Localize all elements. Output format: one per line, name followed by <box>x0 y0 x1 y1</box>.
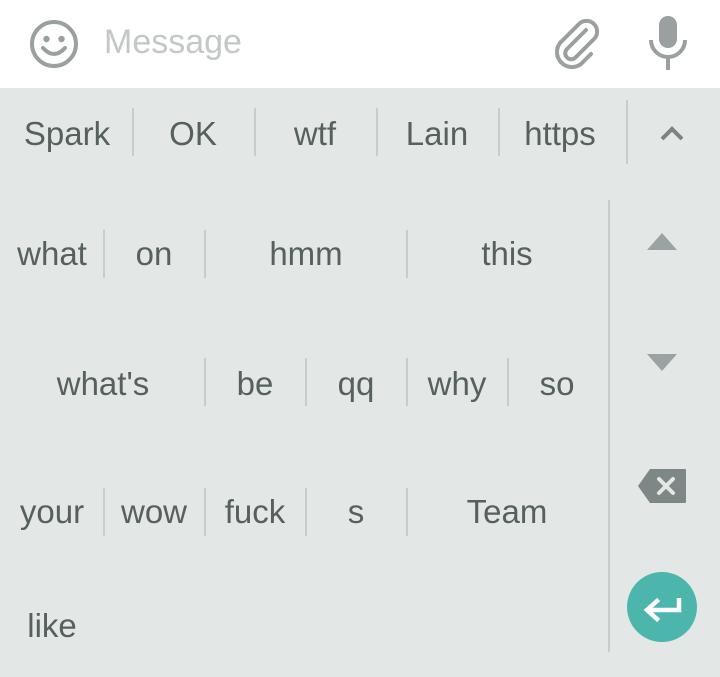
microphone-button[interactable] <box>646 14 690 72</box>
emoji-button[interactable] <box>28 18 80 70</box>
arrow-down-icon <box>647 354 677 371</box>
page-down-button[interactable] <box>645 352 679 374</box>
enter-icon <box>643 597 682 623</box>
word-what[interactable]: what <box>2 224 102 284</box>
suggestion-wtf[interactable]: wtf <box>256 104 374 164</box>
divider <box>626 100 628 164</box>
suggestion-spark[interactable]: Spark <box>8 104 126 164</box>
backspace-icon <box>638 469 686 503</box>
word-qq[interactable]: qq <box>307 354 405 414</box>
word-team[interactable]: Team <box>408 482 606 542</box>
word-fuck[interactable]: fuck <box>206 482 304 542</box>
word-wow[interactable]: wow <box>105 482 203 542</box>
suggestion-https[interactable]: https <box>500 104 620 164</box>
word-like[interactable]: like <box>2 596 102 656</box>
word-be[interactable]: be <box>206 354 304 414</box>
word-whats[interactable]: what's <box>4 354 202 414</box>
microphone-icon <box>649 16 687 70</box>
paperclip-icon <box>555 18 600 69</box>
word-on[interactable]: on <box>105 224 203 284</box>
column-divider <box>608 200 610 652</box>
suggestion-ok[interactable]: OK <box>134 104 252 164</box>
attach-button[interactable] <box>550 16 602 72</box>
page-up-button[interactable] <box>645 230 679 252</box>
arrow-up-icon <box>647 233 677 250</box>
chevron-up-icon <box>660 126 684 141</box>
word-your[interactable]: your <box>2 482 102 542</box>
enter-button[interactable] <box>627 572 697 642</box>
word-hmm[interactable]: hmm <box>206 224 406 284</box>
suggestion-lain[interactable]: Lain <box>378 104 496 164</box>
word-why[interactable]: why <box>408 354 506 414</box>
word-so[interactable]: so <box>509 354 605 414</box>
message-bar <box>0 0 720 88</box>
backspace-button[interactable] <box>636 467 688 505</box>
word-this[interactable]: this <box>408 224 606 284</box>
message-input[interactable] <box>104 20 524 64</box>
word-s[interactable]: s <box>307 482 405 542</box>
smiley-icon <box>30 20 78 68</box>
collapse-button[interactable] <box>658 120 686 146</box>
